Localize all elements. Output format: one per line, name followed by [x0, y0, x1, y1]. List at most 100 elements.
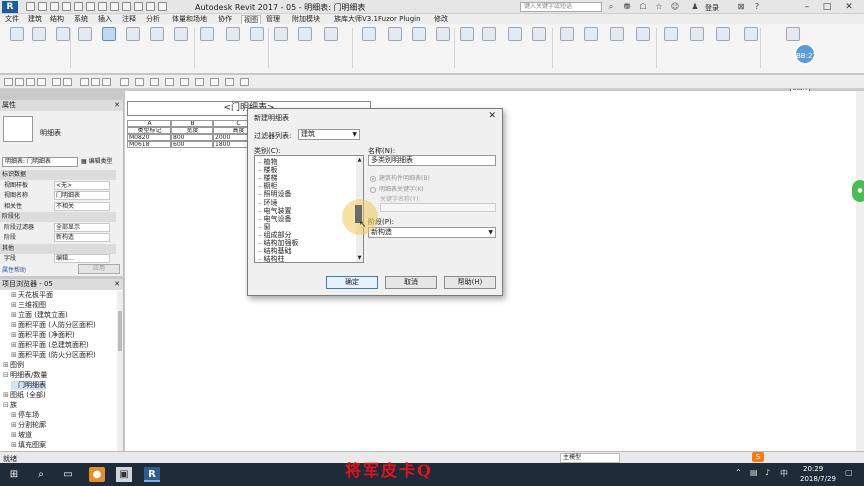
- maximize-button[interactable]: □: [818, 1, 836, 13]
- help-icon[interactable]: ?: [752, 2, 762, 12]
- category-item[interactable]: – 结构加强板: [258, 239, 299, 247]
- browser-item[interactable]: ⊞坡道: [11, 431, 32, 440]
- radio-building-schedule[interactable]: 建筑构件明细表(B): [370, 173, 430, 182]
- ok-button[interactable]: 确定: [326, 276, 378, 289]
- ribbon-tool-button[interactable]: [222, 27, 244, 41]
- ribbon-tab[interactable]: 视图: [241, 15, 261, 24]
- ribbon-tab[interactable]: 分析: [144, 15, 162, 24]
- name-input[interactable]: 多类别明细表: [368, 155, 496, 166]
- toolbar-button[interactable]: [135, 78, 144, 86]
- ribbon-tab[interactable]: 文件: [3, 15, 21, 24]
- thin-lines-icon[interactable]: [134, 2, 143, 11]
- ribbon-tool-button[interactable]: [384, 27, 406, 41]
- ribbon-tab[interactable]: 管理: [264, 15, 282, 24]
- expand-toggle-icon[interactable]: ⊞: [11, 441, 18, 450]
- scroll-down-icon[interactable]: ▼: [356, 254, 363, 262]
- cancel-button[interactable]: 取消: [385, 276, 437, 289]
- toolbar-button[interactable]: [37, 78, 46, 86]
- browser-item[interactable]: ⊞面积平面 (总建筑面积): [11, 341, 89, 350]
- toolbar-button[interactable]: [165, 78, 174, 86]
- property-value[interactable]: 全部显示: [54, 222, 110, 232]
- network-icon[interactable]: ▤: [750, 468, 758, 477]
- ime-mode-icon[interactable]: 中: [780, 468, 788, 479]
- browser-item[interactable]: ⊞天花板平面: [11, 291, 53, 300]
- ribbon-tool-button[interactable]: [740, 27, 762, 41]
- switch-window-icon[interactable]: [158, 2, 167, 11]
- toolbar-button[interactable]: [120, 78, 129, 86]
- ribbon-tool-button[interactable]: [98, 27, 120, 41]
- category-item[interactable]: – 窗: [258, 223, 271, 231]
- minimize-button[interactable]: –: [798, 1, 816, 13]
- close-icon[interactable]: ✕: [114, 100, 120, 111]
- phase-select[interactable]: 新构造 ▼: [368, 227, 496, 238]
- ribbon-tab[interactable]: 体量和场地: [170, 15, 209, 24]
- ribbon-tool-button[interactable]: [122, 27, 144, 41]
- category-item[interactable]: – 楼梯: [258, 174, 278, 182]
- toolbar-button[interactable]: [4, 78, 13, 86]
- browser-item[interactable]: ⊞三维视图: [11, 301, 46, 310]
- ribbon-tool-button[interactable]: [632, 27, 654, 41]
- radio-key-schedule[interactable]: 明细表关键字(K): [370, 184, 424, 193]
- browser-item[interactable]: ⊞面积平面 (净面积): [11, 331, 75, 340]
- ime-icon[interactable]: S: [752, 452, 764, 462]
- expand-toggle-icon[interactable]: ⊟: [3, 371, 10, 380]
- expand-toggle-icon[interactable]: ⊞: [3, 391, 10, 400]
- ribbon-tool-button[interactable]: [528, 27, 550, 41]
- ribbon-tab[interactable]: 附加模块: [290, 15, 322, 24]
- category-item[interactable]: – 环境: [258, 199, 278, 207]
- properties-section[interactable]: 标识数据: [0, 170, 116, 180]
- ribbon-tool-button[interactable]: [28, 27, 50, 41]
- property-value[interactable]: 新构造: [54, 233, 110, 242]
- login-link[interactable]: 登录: [705, 3, 719, 13]
- measure-icon[interactable]: [86, 2, 95, 11]
- ribbon-tool-button[interactable]: [6, 27, 28, 41]
- property-value[interactable]: 不相关: [54, 201, 110, 211]
- image-app-icon[interactable]: ▣: [116, 467, 132, 482]
- property-value[interactable]: 门明细表: [54, 191, 110, 200]
- browser-item[interactable]: ⊟族: [3, 401, 17, 410]
- ribbon-tool-button[interactable]: [170, 27, 192, 41]
- dialog-close-icon[interactable]: ✕: [488, 111, 496, 121]
- properties-section[interactable]: 阶段化: [0, 212, 116, 222]
- revit-logo-icon[interactable]: R: [2, 1, 18, 13]
- ribbon-tool-button[interactable]: [196, 27, 218, 41]
- ribbon-tool-button[interactable]: [408, 27, 430, 41]
- notification-icon[interactable]: ▢: [845, 468, 853, 477]
- toolbar-button[interactable]: [26, 78, 35, 86]
- windows-start-icon[interactable]: ⊞: [6, 467, 22, 482]
- browser-item[interactable]: ⊞图纸 (全部): [3, 391, 46, 400]
- close-icon[interactable]: ✕: [114, 279, 120, 290]
- tray-up-icon[interactable]: ⌃: [735, 468, 742, 477]
- model-selector[interactable]: 主模型: [560, 453, 620, 463]
- expand-toggle-icon[interactable]: ⊞: [11, 301, 18, 310]
- ribbon-tool-button[interactable]: [782, 27, 804, 41]
- browser-item[interactable]: ⊞分割轮廓: [11, 421, 46, 430]
- browser-item[interactable]: ⊟明细表/数量: [3, 371, 47, 380]
- browser-item[interactable]: ⊞面积平面 (防火分区面积): [11, 351, 96, 360]
- ribbon-tool-button[interactable]: [456, 27, 478, 41]
- scroll-up-icon[interactable]: ▲: [356, 156, 363, 164]
- property-value[interactable]: <无>: [54, 180, 110, 190]
- scroll-thumb[interactable]: [118, 311, 122, 351]
- apply-button[interactable]: 应用: [78, 264, 120, 274]
- ribbon-tab[interactable]: 插入: [96, 15, 114, 24]
- filter-list-select[interactable]: 建筑 ▼: [298, 129, 360, 140]
- ribbon-tool-button[interactable]: [660, 27, 682, 41]
- ribbon-tab[interactable]: 结构: [48, 15, 66, 24]
- toolbar-button[interactable]: [91, 78, 100, 86]
- expand-toggle-icon[interactable]: ⊞: [11, 311, 18, 320]
- close-button[interactable]: ✕: [840, 1, 858, 13]
- expand-toggle-icon[interactable]: ⊟: [3, 401, 10, 410]
- toolbar-button[interactable]: [63, 78, 72, 86]
- category-item[interactable]: – 照明设备: [258, 190, 292, 198]
- ribbon-tool-button[interactable]: [478, 27, 500, 41]
- browser-item[interactable]: ⊞停车场: [11, 411, 39, 420]
- volume-icon[interactable]: ♪: [765, 468, 770, 477]
- save-icon[interactable]: [38, 2, 47, 11]
- category-item[interactable]: – 电气设备: [258, 215, 292, 223]
- ribbon-tool-button[interactable]: [556, 27, 578, 41]
- open-icon[interactable]: [26, 2, 35, 11]
- expand-toggle-icon[interactable]: ⊞: [11, 431, 18, 440]
- ribbon-tool-button[interactable]: [74, 27, 96, 41]
- clock-time[interactable]: 20:29: [803, 465, 823, 473]
